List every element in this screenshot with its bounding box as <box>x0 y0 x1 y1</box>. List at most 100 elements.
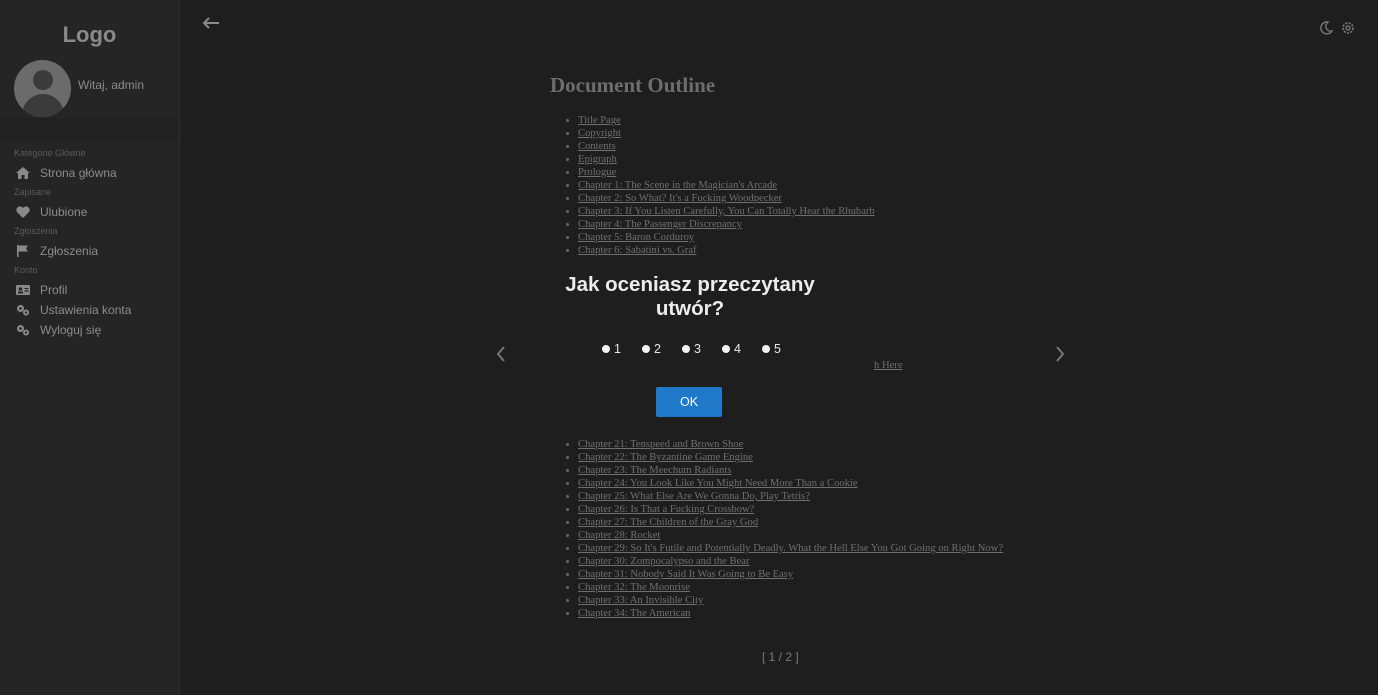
category-label-main: Kategorie Główne <box>14 148 86 158</box>
rating-label: 1 <box>614 342 621 356</box>
nav-item-label: Zgłoszenia <box>40 244 99 258</box>
ok-button[interactable]: OK <box>656 387 722 417</box>
outline-item: Chapter 4: The Passenger Discrepancy <box>578 218 1038 231</box>
outline-item: Prologue <box>578 166 1038 179</box>
rating-question: Jak oceniasz przeczytany utwór? <box>565 273 815 320</box>
outline-item: Title Page <box>578 114 1038 127</box>
back-arrow-icon[interactable] <box>200 12 222 34</box>
outline-link[interactable]: Chapter 2: So What? It's a Fucking Woodp… <box>578 193 782 204</box>
outline-item: Chapter 31: Nobody Said It Was Going to … <box>578 568 1038 581</box>
category-label-saved: Zapisane <box>14 187 52 197</box>
outline-link[interactable]: Contents <box>578 141 616 152</box>
rating-option-2[interactable]: 2 <box>642 342 682 356</box>
outline-item: Contents <box>578 140 1038 153</box>
document-outline-continued: Chapter 21: Tenspeed and Brown Shoe Chapt… <box>566 438 1038 620</box>
outline-item: Chapter 27: The Children of the Gray God <box>578 516 1038 529</box>
nav-item-label: Wyloguj się <box>40 323 102 337</box>
outline-item: Chapter 29: So It's Futile and Potential… <box>578 542 1038 555</box>
outline-item: Chapter 32: The Moonrise <box>578 581 1038 594</box>
outline-link[interactable]: Chapter 32: The Moonrise <box>578 582 690 593</box>
outline-link[interactable]: Chapter 33: An Invisible City <box>578 595 703 606</box>
document-title: Document Outline <box>550 73 716 97</box>
outline-link[interactable]: Chapter 5: Baron Corduroy <box>578 232 694 243</box>
outline-link[interactable]: Chapter 1: The Scene in the Magician's A… <box>578 180 777 191</box>
outline-link[interactable]: Chapter 22: The Byzantine Game Engine <box>578 452 753 463</box>
user-panel: Witaj, admin <box>0 56 179 117</box>
outline-link[interactable]: Chapter 25: What Else Are We Gonna Do, P… <box>578 491 810 502</box>
outline-link[interactable]: Title Page <box>578 115 621 126</box>
category-label-reports: Zgłoszenia <box>14 226 58 236</box>
outline-item: Chapter 22: The Byzantine Game Engine <box>578 451 1038 464</box>
rating-options: 1 2 3 4 5 <box>602 342 802 356</box>
gear-icon[interactable] <box>1340 20 1356 36</box>
outline-link[interactable]: Chapter 27: The Children of the Gray God <box>578 517 758 528</box>
chevron-right-icon[interactable] <box>1052 344 1068 364</box>
divider <box>0 118 179 142</box>
outline-item: Chapter 24: You Look Like You Might Need… <box>578 477 1038 490</box>
flag-icon <box>17 245 28 257</box>
heart-icon <box>16 206 30 218</box>
radio-button[interactable] <box>642 345 650 353</box>
avatar[interactable] <box>14 60 71 117</box>
radio-button[interactable] <box>722 345 730 353</box>
outline-item: Copyright <box>578 127 1038 140</box>
rating-label: 4 <box>734 342 741 356</box>
rating-option-5[interactable]: 5 <box>762 342 802 356</box>
gears-icon <box>17 305 29 316</box>
outline-link[interactable]: Chapter 21: Tenspeed and Brown Shoe <box>578 439 743 450</box>
outline-link[interactable]: Chapter 34: The American <box>578 608 690 619</box>
outline-link[interactable]: Chapter 29: So It's Futile and Potential… <box>578 543 1003 554</box>
outline-link[interactable]: Chapter 26: Is That a Fucking Crossbow? <box>578 504 754 515</box>
rating-label: 2 <box>654 342 661 356</box>
outline-link[interactable]: Chapter 3: If You Listen Carefully, You … <box>578 206 875 217</box>
nav-item-label: Profil <box>40 283 68 297</box>
outline-link[interactable]: Chapter 31: Nobody Said It Was Going to … <box>578 569 793 580</box>
outline-link[interactable]: Chapter 23: The Meechum Radiants <box>578 465 731 476</box>
nav-item-account-settings[interactable]: Ustawienia konta <box>16 301 131 319</box>
outline-item: Chapter 33: An Invisible City <box>578 594 1038 607</box>
outline-item: Chapter 28: Rocket <box>578 529 1038 542</box>
rating-label: 3 <box>694 342 701 356</box>
radio-button[interactable] <box>682 345 690 353</box>
nav-item-favorites[interactable]: Ulubione <box>16 203 87 221</box>
outline-link[interactable]: Epigraph <box>578 154 617 165</box>
outline-item: Chapter 21: Tenspeed and Brown Shoe <box>578 438 1038 451</box>
outline-item: Chapter 34: The American <box>578 607 1038 620</box>
outline-link[interactable]: Chapter 28: Rocket <box>578 530 660 541</box>
nav-item-reports[interactable]: Zgłoszenia <box>16 242 98 260</box>
outline-link[interactable]: Prologue <box>578 167 616 178</box>
outline-item: Chapter 1: The Scene in the Magician's A… <box>578 179 1038 192</box>
nav-item-profile[interactable]: Profil <box>16 281 67 299</box>
radio-button[interactable] <box>602 345 610 353</box>
nav-item-label: Strona główna <box>40 166 117 180</box>
outline-item: Chapter 23: The Meechum Radiants <box>578 464 1038 477</box>
outline-link[interactable]: Chapter 4: The Passenger Discrepancy <box>578 219 742 230</box>
rating-option-3[interactable]: 3 <box>682 342 722 356</box>
id-card-icon <box>16 285 30 295</box>
top-icons <box>1318 20 1356 36</box>
rating-label: 5 <box>774 342 781 356</box>
chevron-left-icon[interactable] <box>493 344 509 364</box>
outline-item: Chapter 3: If You Listen Carefully, You … <box>578 205 1038 218</box>
outline-item: Chapter 5: Baron Corduroy <box>578 231 1038 244</box>
outline-link[interactable]: Chapter 24: You Look Like You Might Need… <box>578 478 858 489</box>
outline-item: Chapter 30: Zompocalypso and the Bear <box>578 555 1038 568</box>
page-indicator: [ 1 / 2 ] <box>762 650 799 664</box>
rating-option-1[interactable]: 1 <box>602 342 642 356</box>
nav-item-logout[interactable]: Wyloguj się <box>16 321 101 339</box>
radio-button[interactable] <box>762 345 770 353</box>
document-outline: Title Page Copyright Contents Epigraph Prolo… <box>566 114 1038 257</box>
home-icon <box>16 167 30 179</box>
nav-item-label: Ustawienia konta <box>40 303 132 317</box>
outline-link-fragment[interactable]: h Here <box>874 360 903 371</box>
category-label-account: Konto <box>14 265 38 275</box>
greeting: Witaj, admin <box>78 78 145 92</box>
outline-link[interactable]: Chapter 30: Zompocalypso and the Bear <box>578 556 750 567</box>
outline-link[interactable]: Copyright <box>578 128 621 139</box>
rating-option-4[interactable]: 4 <box>722 342 762 356</box>
sidebar: Logo Witaj, admin Kategorie Główne Stron… <box>0 0 180 695</box>
outline-item: Chapter 6: Sabatini vs. Graf <box>578 244 1038 257</box>
nav-item-home[interactable]: Strona główna <box>16 164 117 182</box>
outline-link[interactable]: Chapter 6: Sabatini vs. Graf <box>578 245 697 256</box>
moon-icon[interactable] <box>1318 20 1334 36</box>
